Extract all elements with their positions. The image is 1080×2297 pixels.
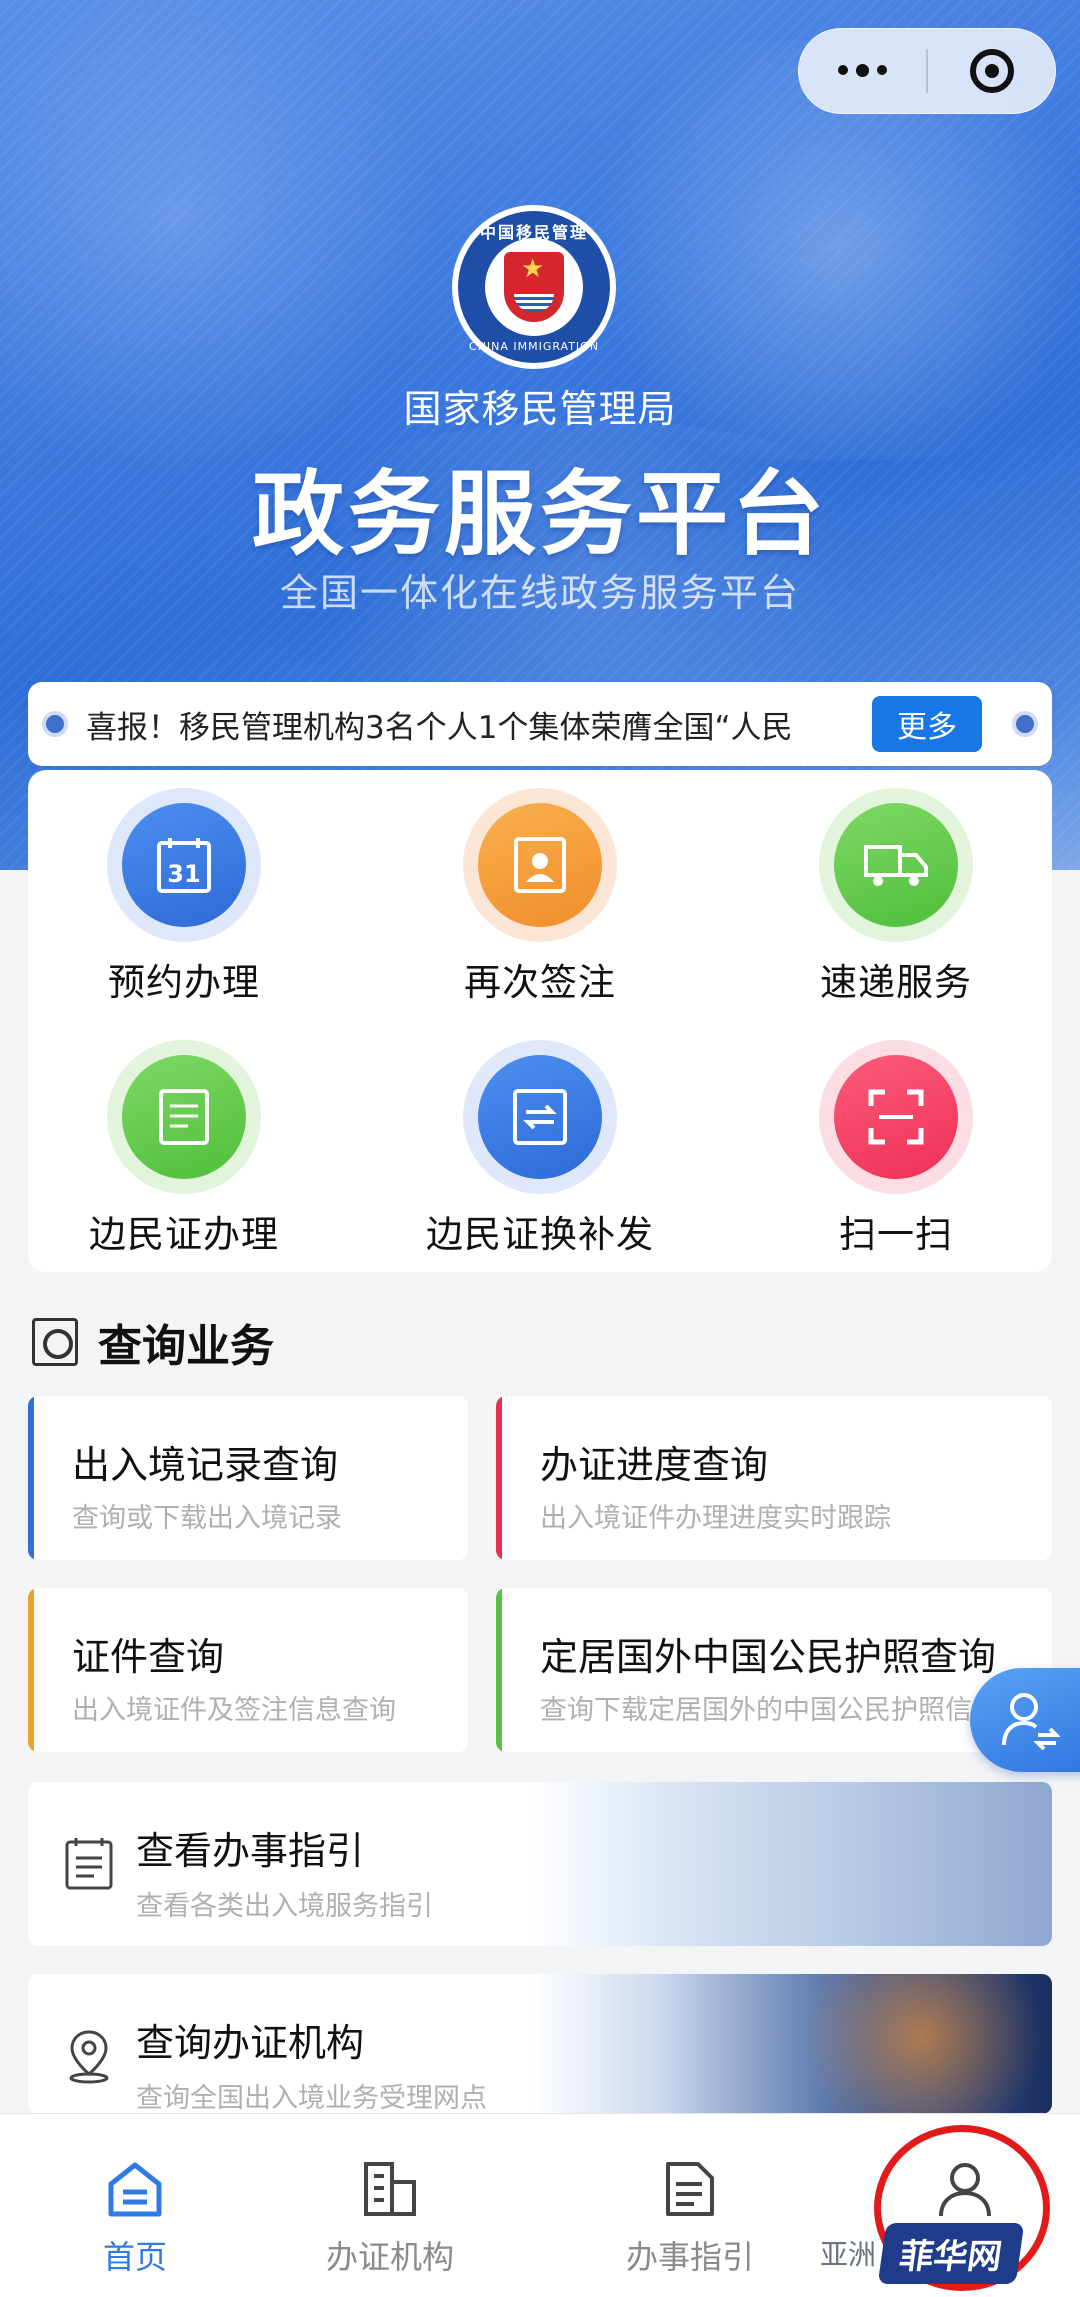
tab-offices[interactable]: 办证机构 (255, 2114, 525, 2297)
platform-title: 政务服务平台 (251, 461, 828, 568)
scan-icon (868, 1089, 924, 1145)
card-title: 办证进度查询 (540, 1443, 769, 1487)
service-label: 速递服务 (820, 961, 972, 1004)
card-subtitle: 查询或下载出入境记录 (72, 1503, 342, 1534)
search-doc-icon (32, 1318, 78, 1366)
service-label: 扫一扫 (839, 1213, 953, 1256)
card-subtitle: 查询全国出入境业务受理网点 (136, 2083, 487, 2114)
home-icon (108, 2162, 162, 2217)
shield-icon (504, 252, 564, 322)
section-title: 查询业务 (98, 1321, 274, 1372)
svg-text:31: 31 (167, 860, 200, 888)
guide-list-icon (65, 1838, 113, 1890)
card-title: 出入境记录查询 (72, 1443, 339, 1487)
file-icon (666, 2162, 714, 2216)
card-subtitle: 出入境证件及签注信息查询 (72, 1695, 396, 1726)
service-border-pass-reissue[interactable]: 边民证换补发 (400, 1040, 680, 1270)
notice-text[interactable]: 喜报！移民管理机构3名个人1个集体荣膺全国“人民 (86, 702, 842, 747)
document-icon (159, 1089, 209, 1145)
office-locator-card[interactable]: 查询办证机构 查询全国出入境业务受理网点 (28, 1974, 1052, 2114)
card-subtitle: 查看各类出入境服务指引 (136, 1891, 433, 1922)
query-card-overseas-passport[interactable]: 定居国外中国公民护照查询 查询下载定居国外的中国公民护照信息 (496, 1588, 1052, 1752)
card-accent (28, 1588, 34, 1752)
service-appointment[interactable]: 31 预约办理 (44, 788, 324, 1018)
emblem-top-text: 中国移民管理 (479, 223, 588, 242)
more-button[interactable]: 更多 (872, 696, 982, 752)
truck-icon (864, 845, 928, 886)
customer-service-button[interactable] (970, 1668, 1080, 1772)
tab-home[interactable]: 首页 (0, 2114, 270, 2297)
org-name: 国家移民管理局 (403, 387, 677, 431)
service-label: 边民证换补发 (426, 1213, 654, 1256)
watermark-small: 亚洲 (820, 2238, 877, 2271)
exchange-icon (513, 1089, 567, 1145)
query-card-entry-exit-records[interactable]: 出入境记录查询 查询或下载出入境记录 (28, 1396, 468, 1560)
query-section-header: 查询业务 (32, 1312, 274, 1372)
emblem-bottom-text: CHINA IMMIGRATION (468, 340, 600, 353)
service-scan[interactable]: 扫一扫 (756, 1040, 1036, 1270)
user-switch-icon (1002, 1693, 1060, 1751)
notice-dot-icon (42, 711, 68, 737)
guide-banner-image (532, 1782, 1052, 1946)
id-card-icon (514, 837, 566, 893)
query-card-certificate[interactable]: 证件查询 出入境证件及签注信息查询 (28, 1588, 468, 1752)
service-grid: 31 预约办理 再次签注 速递服务 边民证办理 边民证换补发 扫一扫 (28, 770, 1052, 1272)
close-button[interactable] (928, 29, 1055, 113)
watermark-brand: 菲华网 (877, 2222, 1025, 2284)
miniprogram-capsule (798, 28, 1056, 114)
service-express[interactable]: 速递服务 (756, 788, 1036, 1018)
tab-guides[interactable]: 办事指引 (555, 2114, 825, 2297)
query-card-progress[interactable]: 办证进度查询 出入境证件办理进度实时跟踪 (496, 1396, 1052, 1560)
immigration-emblem-logo: 中国移民管理 CHINA IMMIGRATION (452, 205, 616, 369)
service-re-endorsement[interactable]: 再次签注 (400, 788, 680, 1018)
platform-subtitle: 全国一体化在线政务服务平台 (279, 571, 800, 615)
card-accent (28, 1396, 34, 1560)
building-icon (364, 2162, 416, 2216)
service-label: 再次签注 (464, 961, 616, 1004)
service-label: 预约办理 (108, 961, 260, 1004)
tab-label: 办事指引 (625, 2238, 754, 2276)
map-banner-image (532, 1974, 1052, 2114)
card-accent (496, 1588, 502, 1752)
tab-label: 首页 (102, 2238, 167, 2276)
card-title: 证件查询 (72, 1635, 225, 1679)
service-label: 边民证办理 (89, 1213, 279, 1256)
card-subtitle: 查询下载定居国外的中国公民护照信息 (540, 1695, 999, 1726)
card-accent (496, 1396, 502, 1560)
more-button[interactable] (799, 29, 926, 113)
guide-card[interactable]: 查看办事指引 查看各类出入境服务指引 (28, 1782, 1052, 1946)
location-pin-icon (69, 2030, 109, 2084)
notice-dot-icon (1012, 711, 1038, 737)
target-icon (969, 49, 1014, 93)
notice-bar[interactable]: 喜报！移民管理机构3名个人1个集体荣膺全国“人民 更多 (28, 682, 1052, 766)
card-title: 查询办证机构 (136, 2021, 365, 2065)
more-dots-icon (838, 64, 887, 77)
tab-label: 办证机构 (325, 2238, 454, 2276)
watermark: 亚洲 菲华网 (820, 2222, 1025, 2284)
card-title: 查看办事指引 (136, 1829, 365, 1873)
service-border-pass[interactable]: 边民证办理 (44, 1040, 324, 1270)
card-title: 定居国外中国公民护照查询 (540, 1635, 997, 1679)
card-subtitle: 出入境证件办理进度实时跟踪 (540, 1503, 891, 1534)
calendar-icon: 31 (157, 838, 211, 893)
